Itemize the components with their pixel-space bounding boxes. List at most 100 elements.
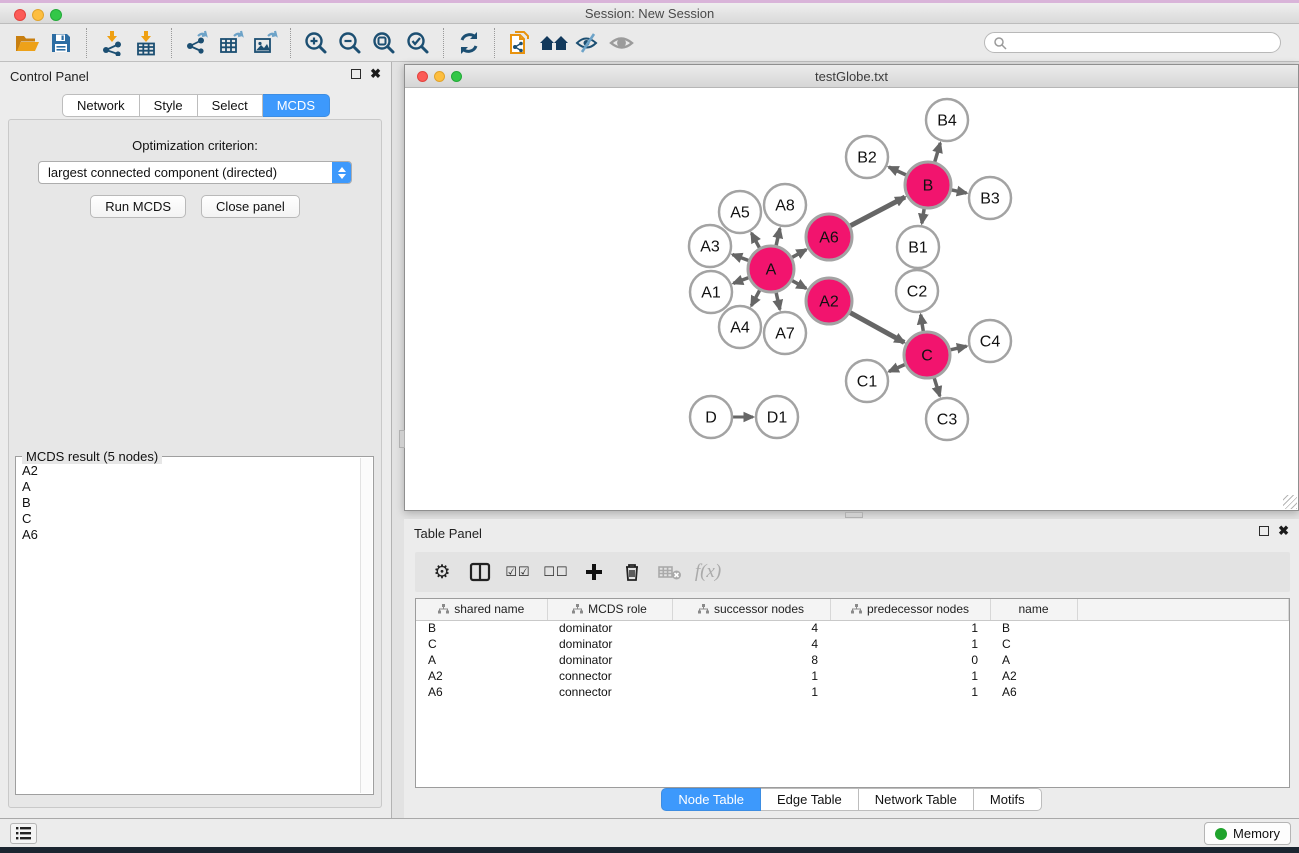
show-graphics-details-icon[interactable] bbox=[605, 27, 639, 59]
node-A3[interactable]: A3 bbox=[689, 225, 731, 267]
zoom-fit-icon[interactable] bbox=[367, 27, 401, 59]
table-row[interactable]: A6connector11A6 bbox=[416, 684, 1289, 700]
table-split-handle-icon[interactable] bbox=[845, 512, 863, 518]
import-table-icon[interactable] bbox=[129, 27, 163, 59]
float-table-panel-icon[interactable] bbox=[1259, 526, 1269, 536]
tab-style[interactable]: Style bbox=[140, 94, 198, 117]
node-B3[interactable]: B3 bbox=[969, 177, 1011, 219]
edge-A-A1[interactable] bbox=[733, 278, 748, 284]
network-zoom-button[interactable] bbox=[451, 71, 462, 82]
tab-network-table[interactable]: Network Table bbox=[859, 788, 974, 811]
edge-A-A8[interactable] bbox=[776, 228, 780, 245]
network-minimize-button[interactable] bbox=[434, 71, 445, 82]
search-input[interactable] bbox=[1007, 36, 1272, 50]
edge-A-A2[interactable] bbox=[792, 281, 806, 289]
open-session-icon[interactable] bbox=[10, 27, 44, 59]
node-C3[interactable]: C3 bbox=[926, 398, 968, 440]
table-row[interactable]: Cdominator41C bbox=[416, 636, 1289, 652]
tab-node-table[interactable]: Node Table bbox=[661, 788, 761, 811]
edge-A-A4[interactable] bbox=[751, 290, 759, 306]
tab-mcds[interactable]: MCDS bbox=[263, 94, 330, 117]
node-D[interactable]: D bbox=[690, 396, 732, 438]
tab-motifs[interactable]: Motifs bbox=[974, 788, 1042, 811]
task-history-icon[interactable] bbox=[10, 823, 37, 844]
node-B4[interactable]: B4 bbox=[926, 99, 968, 141]
panel-split-handle-icon[interactable] bbox=[399, 430, 405, 448]
select-all-icon[interactable]: ☑☑ bbox=[501, 556, 535, 588]
copy-network-icon[interactable] bbox=[503, 27, 537, 59]
delete-column-icon[interactable] bbox=[615, 556, 649, 588]
mcds-scrollbar[interactable] bbox=[360, 458, 372, 793]
search-box[interactable] bbox=[984, 32, 1281, 53]
tab-network[interactable]: Network bbox=[62, 94, 140, 117]
network-graph[interactable]: B4B2BB3A8A5A6A3B1AA1C2A2A4A7C4CC1C3DD1 bbox=[405, 88, 1298, 510]
column-header-predecessor-nodes[interactable]: predecessor nodes bbox=[830, 599, 990, 620]
edge-C-C1[interactable] bbox=[889, 365, 905, 372]
close-table-panel-icon[interactable]: ✖ bbox=[1278, 526, 1289, 536]
node-D1[interactable]: D1 bbox=[756, 396, 798, 438]
edge-C-C3[interactable] bbox=[934, 378, 940, 396]
edge-B-B2[interactable] bbox=[889, 167, 906, 175]
column-header-successor-nodes[interactable]: successor nodes bbox=[672, 599, 830, 620]
home-pair-icon[interactable] bbox=[537, 27, 571, 59]
node-C[interactable]: C bbox=[904, 332, 950, 378]
edge-C-C2[interactable] bbox=[921, 315, 924, 332]
node-B[interactable]: B bbox=[905, 162, 951, 208]
node-A2[interactable]: A2 bbox=[806, 278, 852, 324]
node-C1[interactable]: C1 bbox=[846, 360, 888, 402]
split-table-icon[interactable] bbox=[463, 556, 497, 588]
edge-B-B1[interactable] bbox=[922, 209, 924, 224]
node-C2[interactable]: C2 bbox=[896, 270, 938, 312]
zoom-out-icon[interactable] bbox=[333, 27, 367, 59]
float-panel-icon[interactable] bbox=[351, 69, 361, 79]
save-session-icon[interactable] bbox=[44, 27, 78, 59]
network-close-button[interactable] bbox=[417, 71, 428, 82]
minimize-window-button[interactable] bbox=[32, 9, 44, 21]
mcds-result-item[interactable]: A2 bbox=[22, 463, 359, 479]
edge-B-B3[interactable] bbox=[951, 190, 966, 193]
table-row[interactable]: Adominator80A bbox=[416, 652, 1289, 668]
table-row[interactable]: Bdominator41B bbox=[416, 620, 1289, 636]
delete-table-icon[interactable] bbox=[653, 556, 687, 588]
zoom-window-button[interactable] bbox=[50, 9, 62, 21]
export-network-icon[interactable] bbox=[180, 27, 214, 59]
network-window-titlebar[interactable]: testGlobe.txt bbox=[405, 65, 1298, 88]
close-panel-icon[interactable]: ✖ bbox=[370, 69, 381, 79]
table-row[interactable]: A2connector11A2 bbox=[416, 668, 1289, 684]
edge-A-A5[interactable] bbox=[751, 233, 759, 248]
function-builder-icon[interactable]: f(x) bbox=[691, 556, 725, 588]
deselect-all-icon[interactable]: ☐☐ bbox=[539, 556, 573, 588]
mcds-result-item[interactable]: C bbox=[22, 511, 359, 527]
mcds-result-list[interactable]: A2ABCA6 bbox=[22, 463, 359, 792]
memory-button[interactable]: Memory bbox=[1204, 822, 1291, 845]
close-panel-button[interactable]: Close panel bbox=[201, 195, 300, 218]
column-header-name[interactable]: name bbox=[990, 599, 1077, 620]
column-header-MCDS-role[interactable]: MCDS role bbox=[547, 599, 672, 620]
edge-A2-C[interactable] bbox=[850, 313, 904, 343]
table-settings-icon[interactable]: ⚙ bbox=[425, 556, 459, 588]
tab-select[interactable]: Select bbox=[198, 94, 263, 117]
run-mcds-button[interactable]: Run MCDS bbox=[90, 195, 186, 218]
network-canvas[interactable]: B4B2BB3A8A5A6A3B1AA1C2A2A4A7C4CC1C3DD1 bbox=[405, 88, 1298, 510]
export-image-icon[interactable] bbox=[248, 27, 282, 59]
mcds-result-item[interactable]: A6 bbox=[22, 527, 359, 543]
optimization-dropdown[interactable]: largest connected component (directed) bbox=[38, 161, 352, 184]
edge-A-A6[interactable] bbox=[792, 250, 806, 258]
column-header-shared-name[interactable]: shared name bbox=[416, 599, 547, 620]
edge-B-B4[interactable] bbox=[935, 143, 941, 162]
node-A5[interactable]: A5 bbox=[719, 191, 761, 233]
node-A[interactable]: A bbox=[748, 246, 794, 292]
edge-A-A7[interactable] bbox=[776, 292, 780, 309]
node-A1[interactable]: A1 bbox=[690, 271, 732, 313]
export-table-icon[interactable] bbox=[214, 27, 248, 59]
zoom-in-icon[interactable] bbox=[299, 27, 333, 59]
add-column-icon[interactable] bbox=[577, 556, 611, 588]
edge-C-C4[interactable] bbox=[950, 346, 966, 350]
zoom-selected-icon[interactable] bbox=[401, 27, 435, 59]
node-A7[interactable]: A7 bbox=[764, 312, 806, 354]
node-B1[interactable]: B1 bbox=[897, 226, 939, 268]
close-window-button[interactable] bbox=[14, 9, 26, 21]
edge-A-A3[interactable] bbox=[732, 254, 748, 260]
node-C4[interactable]: C4 bbox=[969, 320, 1011, 362]
resize-grip[interactable] bbox=[1283, 495, 1297, 509]
